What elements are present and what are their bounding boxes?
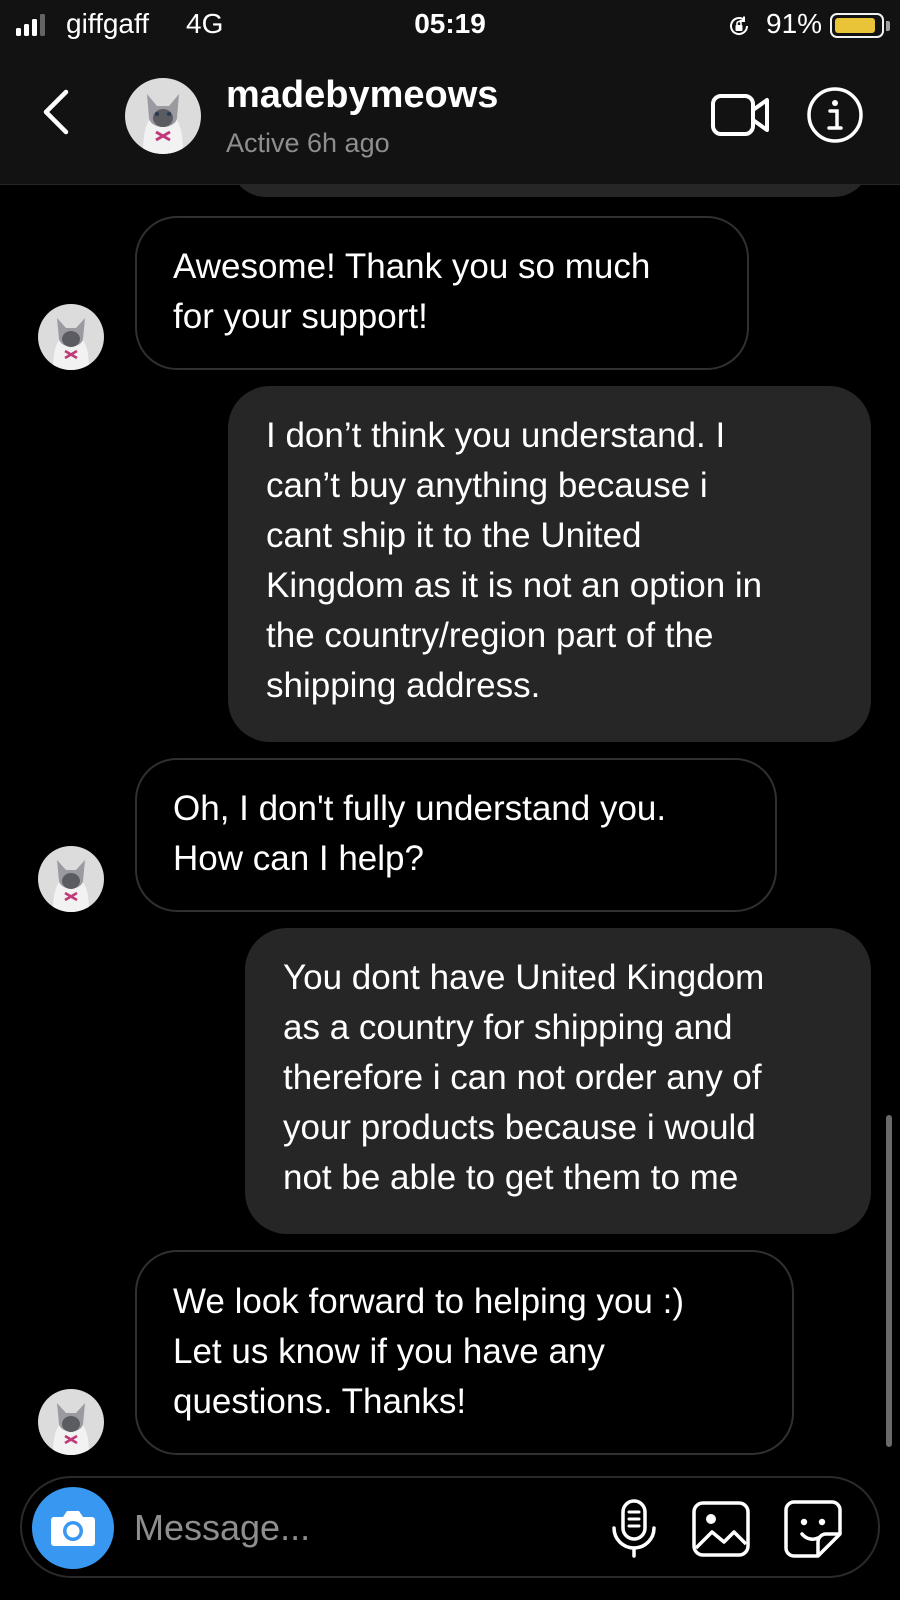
avatar[interactable] [38,1389,104,1455]
avatar[interactable] [38,304,104,370]
sent-bubble[interactable]: You dont have United Kingdom as a countr… [245,928,871,1234]
active-status: Active 6h ago [226,128,390,158]
back-chevron-icon[interactable] [36,84,76,140]
gallery-icon[interactable] [690,1498,752,1560]
sticker-icon[interactable] [782,1498,844,1560]
message-row: We look forward to helping you :) Let us… [0,185,900,1455]
orientation-lock-icon [730,16,749,35]
avatar[interactable] [38,846,104,912]
info-icon[interactable] [806,86,864,144]
camera-icon [51,1511,95,1546]
avatar[interactable] [125,78,201,154]
microphone-icon[interactable] [606,1498,662,1560]
battery-level [835,18,875,33]
top-area: giffgaff 4G 05:19 91% madebymeows Active… [0,0,900,185]
sent-bubble[interactable]: I don’t think you understand. I can’t bu… [228,386,871,742]
received-bubble[interactable]: We look forward to helping you :) Let us… [135,1250,794,1455]
video-call-icon[interactable] [710,92,772,138]
status-bar: giffgaff 4G 05:19 91% [0,0,900,52]
chat-username[interactable]: madebymeows [226,74,498,117]
thread-scrollbar[interactable] [886,1115,892,1447]
received-bubble[interactable]: Oh, I don't fully understand you. How ca… [135,758,777,912]
message-input[interactable] [134,1500,574,1556]
dm-screen: giffgaff 4G 05:19 91% madebymeows Active… [0,0,900,1600]
message-thread[interactable]: Awesome! Thank you so much for your supp… [0,185,900,1475]
camera-button[interactable] [32,1487,114,1569]
battery-percent: 91% [766,8,823,39]
message-composer [20,1476,880,1578]
battery-nub [886,21,890,31]
battery-icon [830,13,884,38]
chat-header: madebymeows Active 6h ago [0,52,900,185]
received-bubble[interactable]: Awesome! Thank you so much for your supp… [135,216,749,370]
previous-sent-bubble [230,185,870,197]
status-time: 05:19 [414,8,486,39]
